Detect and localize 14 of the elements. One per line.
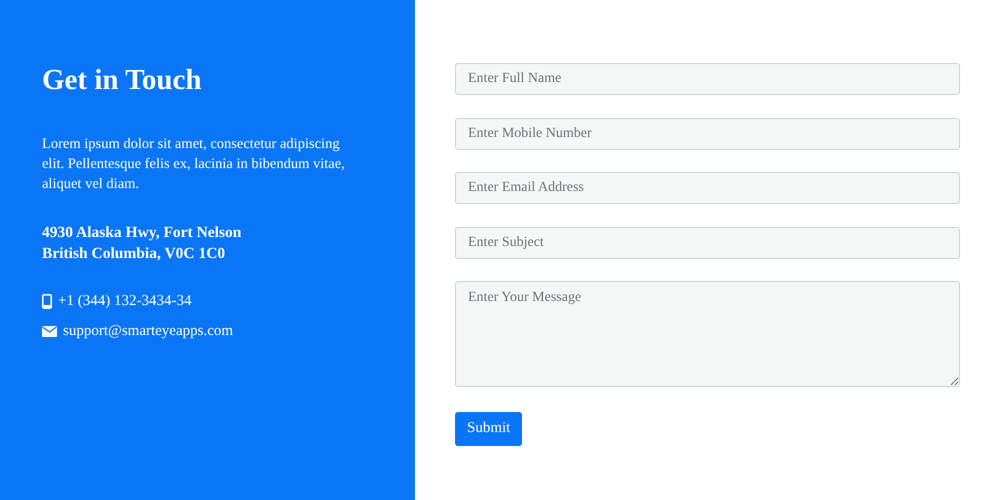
contact-detail: +1 (344) 132-3434-34 [58, 292, 192, 310]
title: Get in Touch [42, 63, 203, 98]
address-line: 4930 Alaska Hwy, Fort Nelson [42, 223, 242, 243]
envelope-icon [42, 326, 57, 336]
input-field[interactable]: Enter Mobile Number [455, 118, 960, 150]
address-line: British Columbia, V0C 1C0 [42, 244, 226, 264]
input-field[interactable]: Enter Email Address [455, 172, 960, 204]
description: Lorem ipsum dolor sit amet, consectetur adipiscing elit. Pellentesque felis ex, lacinia in bibendum vitae, aliquet vel diam. [42, 135, 346, 194]
phone-icon [42, 294, 52, 308]
message-field[interactable]: Enter Your Message [455, 281, 960, 387]
submit-button[interactable]: Submit [455, 412, 522, 446]
contact-detail: support@smarteyeapps.com [63, 322, 234, 340]
input-field[interactable]: Enter Subject [455, 226, 960, 258]
input-field[interactable]: Enter Full Name [455, 63, 960, 95]
